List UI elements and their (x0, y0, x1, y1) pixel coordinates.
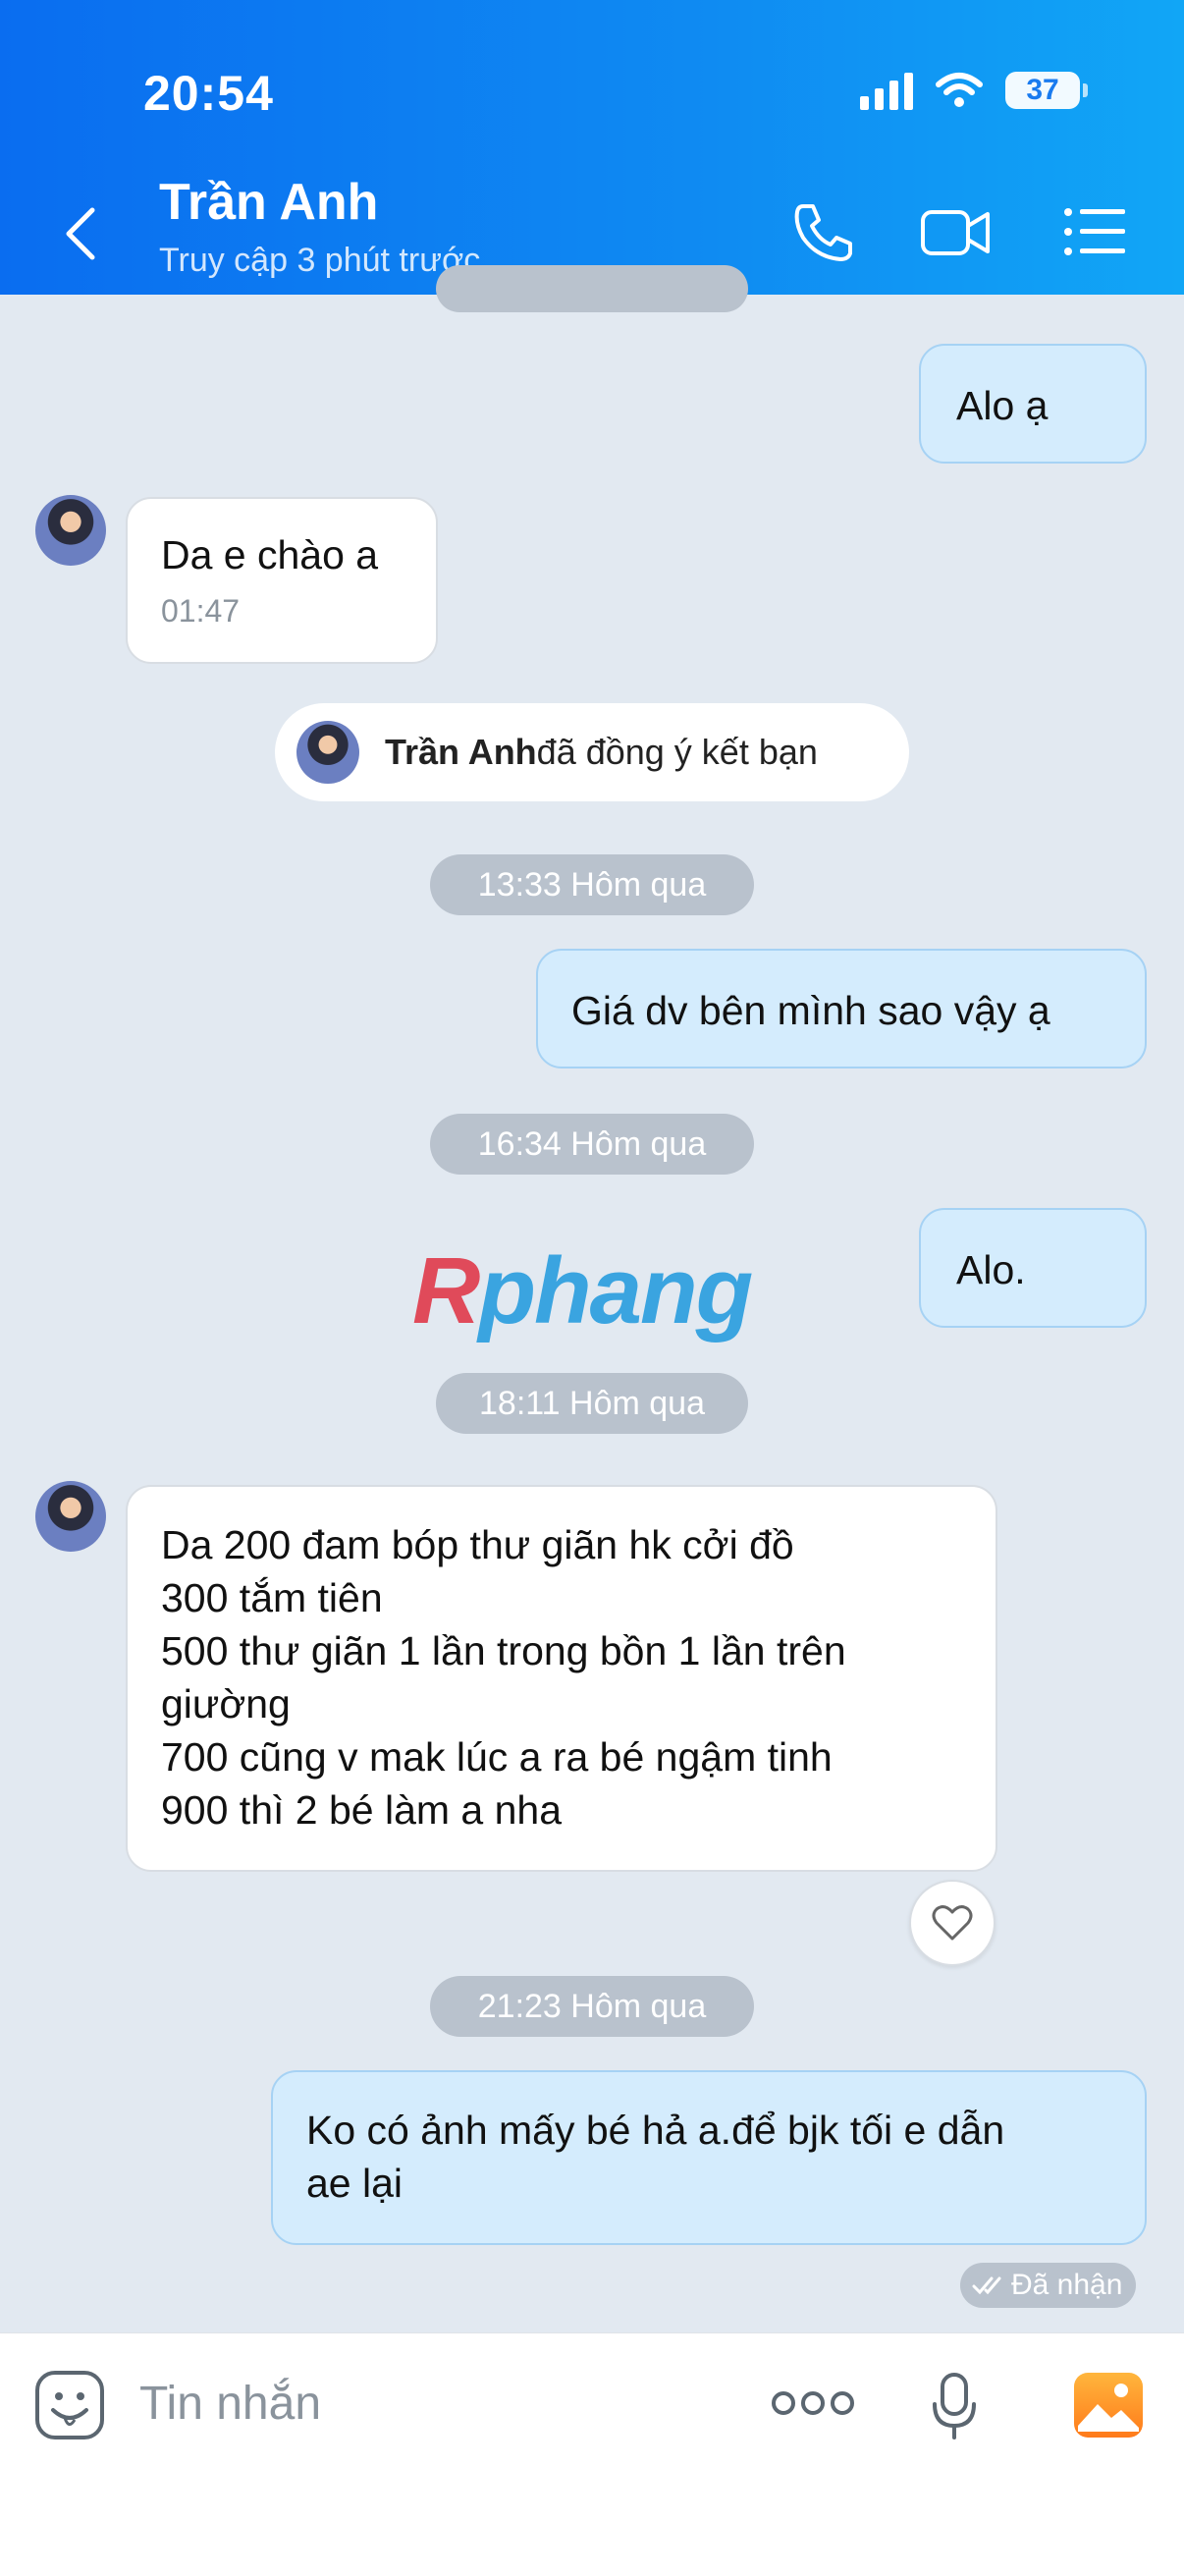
message-bubble-mine[interactable]: Giá dv bên mình sao vậy ạ (536, 949, 1147, 1069)
menu-icon[interactable] (1062, 198, 1127, 265)
more-icon[interactable] (772, 2388, 854, 2418)
message-input[interactable]: Tin nhắn (139, 2377, 321, 2431)
notice-text: đã đồng ý kết bạn (536, 732, 818, 772)
avatar (296, 721, 359, 784)
message-text: Da e chào a (161, 532, 379, 577)
chat-area[interactable]: Alo ạ Da e chào a 01:47 Trần Anh đã đồng… (0, 265, 1184, 2332)
image-icon[interactable] (1072, 2371, 1145, 2439)
avatar[interactable] (35, 495, 106, 566)
signal-icon (860, 71, 913, 110)
contact-last-seen: Truy cập 3 phút trước (159, 242, 481, 279)
message-bubble-mine[interactable]: Ko có ảnh mấy bé hả a.để bjk tối e dẫn a… (271, 2070, 1147, 2245)
mic-icon[interactable] (929, 2371, 980, 2441)
message-line: Ko có ảnh mấy bé hả a.để bjk tối e dẫn (306, 2108, 1005, 2153)
message-bubble-theirs[interactable]: Da e chào a 01:47 (126, 497, 438, 664)
message-line: 900 thì 2 bé làm a nha (161, 1787, 563, 1833)
contact-name[interactable]: Trần Anh (159, 173, 378, 232)
wifi-icon (936, 73, 983, 107)
friend-accepted-notice: Trần Anh đã đồng ý kết bạn (275, 703, 909, 801)
message-text: Alo ạ (956, 383, 1049, 428)
message-bubble-mine[interactable]: Alo ạ (919, 344, 1147, 464)
video-call-icon[interactable] (919, 198, 994, 265)
date-pill: 18:11 Hôm qua (436, 1373, 748, 1434)
status-time: 20:54 (143, 66, 274, 121)
message-line: 500 thư giãn 1 lần trong bồn 1 lần trên (161, 1628, 846, 1673)
heart-icon (932, 1905, 973, 1941)
watermark-logo: Rphang (412, 1238, 753, 1343)
phone-icon[interactable] (789, 198, 856, 265)
avatar[interactable] (35, 1481, 106, 1552)
date-pill: 16:34 Hôm qua (430, 1114, 754, 1175)
double-check-icon (972, 2276, 1001, 2295)
back-icon[interactable] (61, 206, 104, 261)
react-button[interactable] (909, 1880, 996, 1966)
chat-header: 20:54 37 Trần Anh Truy cập 3 phút trước (0, 0, 1184, 295)
message-line: giường (161, 1681, 291, 1726)
message-bubble-mine[interactable]: Alo. (919, 1208, 1147, 1328)
message-time: 01:47 (161, 593, 241, 629)
delivery-receipt: Đã nhận (960, 2263, 1137, 2308)
date-pill: 21:23 Hôm qua (430, 1976, 754, 2037)
notice-name[interactable]: Trần Anh (385, 732, 537, 773)
message-text: Giá dv bên mình sao vậy ạ (571, 988, 1050, 1033)
message-bubble-theirs[interactable]: Da 200 đam bóp thư giãn hk cởi đồ 300 tắ… (126, 1485, 997, 1872)
message-line: 300 tắm tiên (161, 1575, 383, 1620)
battery-icon: 37 (1005, 72, 1088, 109)
message-line: 700 cũng v mak lúc a ra bé ngậm tinh (161, 1734, 833, 1780)
date-pill-partial (436, 265, 748, 312)
date-pill: 13:33 Hôm qua (430, 854, 754, 915)
sticker-icon[interactable] (33, 2369, 106, 2441)
message-text: Alo. (956, 1247, 1026, 1292)
message-line: Da 200 đam bóp thư giãn hk cởi đồ (161, 1522, 794, 1567)
receipt-text: Đã nhận (1011, 2269, 1123, 2301)
composer-bar: Tin nhắn (0, 2332, 1184, 2576)
status-icons: 37 (860, 71, 1088, 110)
message-line: ae lại (306, 2161, 404, 2206)
